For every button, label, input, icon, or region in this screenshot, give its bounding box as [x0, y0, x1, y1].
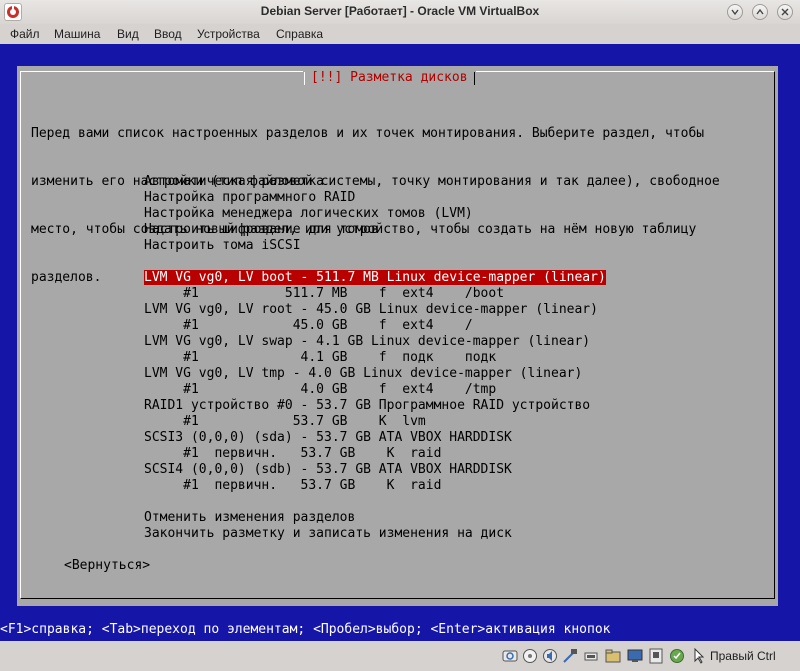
video-capture-icon[interactable]: [648, 648, 664, 664]
menu-file[interactable]: Файл: [10, 27, 40, 41]
partition-item[interactable]: SCSI4 (0,0,0) (sdb) - 53.7 GB ATA VBOX H…: [144, 462, 606, 478]
window-titlebar[interactable]: Debian Server [Работает] - Oracle VM Vir…: [0, 0, 800, 25]
menu-machine[interactable]: Машина: [54, 27, 100, 41]
audio-icon[interactable]: [542, 648, 558, 664]
hdd-icon[interactable]: [502, 648, 518, 664]
partition-item-label: #1 511.7 MB f ext4 /boot: [144, 286, 505, 301]
partition-item[interactable]: SCSI3 (0,0,0) (sda) - 53.7 GB ATA VBOX H…: [144, 430, 606, 446]
partition-item-label: Закончить разметку и записать изменения …: [144, 526, 512, 541]
partition-item[interactable]: #1 первичн. 53.7 GB K raid: [144, 478, 606, 494]
partition-item[interactable]: Настройка менеджера логических томов (LV…: [144, 206, 606, 222]
partition-item[interactable]: LVM VG vg0, LV tmp - 4.0 GB Linux device…: [144, 366, 606, 382]
partition-item-label: #1 4.0 GB f ext4 /tmp: [144, 382, 497, 397]
partition-item-label: Настройка менеджера логических томов (LV…: [144, 206, 473, 221]
statusbar: Правый Ctrl: [0, 641, 800, 671]
partition-item-label: Настройка программного RAID: [144, 190, 356, 205]
partition-item-label: #1 первичн. 53.7 GB K raid: [144, 446, 442, 461]
partition-item[interactable]: LVM VG vg0, LV swap - 4.1 GB Linux devic…: [144, 334, 606, 350]
partition-item[interactable]: Настроить шифрование для томов: [144, 222, 606, 238]
partition-item[interactable]: #1 53.7 GB K lvm: [144, 414, 606, 430]
partition-item-label: SCSI3 (0,0,0) (sda) - 53.7 GB ATA VBOX H…: [144, 430, 512, 445]
partition-item[interactable]: #1 4.0 GB f ext4 /tmp: [144, 382, 606, 398]
partition-item-label: LVM VG vg0, LV tmp - 4.0 GB Linux device…: [144, 366, 583, 381]
mouse-integration-icon[interactable]: [690, 647, 706, 664]
partition-item[interactable]: #1 4.1 GB f подк подк: [144, 350, 606, 366]
usb-icon[interactable]: [583, 648, 599, 664]
partition-item[interactable]: RAID1 устройство #0 - 53.7 GB Программно…: [144, 398, 606, 414]
partition-item-label: Отменить изменения разделов: [144, 510, 356, 525]
optical-disc-icon[interactable]: [522, 648, 538, 664]
vm-display[interactable]: [!!] Разметка дисков Перед вами список н…: [0, 44, 800, 641]
back-button[interactable]: <Вернуться>: [64, 558, 150, 574]
partition-item[interactable]: Настройка программного RAID: [144, 190, 606, 206]
window-maximize-button[interactable]: [752, 4, 768, 20]
partition-item-label: LVM VG vg0, LV root - 45.0 GB Linux devi…: [144, 302, 598, 317]
dialog-title: [!!] Разметка дисков: [303, 70, 476, 86]
partition-item-selected[interactable]: LVM VG vg0, LV boot - 511.7 MB Linux dev…: [144, 270, 606, 286]
window-minimize-button[interactable]: [727, 4, 743, 20]
network-icon[interactable]: [562, 648, 578, 664]
partition-item-label: Настроить тома iSCSI: [144, 238, 301, 253]
partition-item[interactable]: Отменить изменения разделов: [144, 510, 606, 526]
partition-item-label: Настроить шифрование для томов: [144, 222, 379, 237]
partition-item-label: LVM VG vg0, LV swap - 4.1 GB Linux devic…: [144, 334, 591, 349]
menu-help[interactable]: Справка: [276, 27, 323, 41]
partition-item-label: Автоматическая разметка: [144, 174, 325, 189]
partition-item-label: SCSI4 (0,0,0) (sdb) - 53.7 GB ATA VBOX H…: [144, 462, 512, 477]
menu-devices[interactable]: Устройства: [197, 27, 260, 41]
display-icon[interactable]: [627, 648, 643, 664]
cpu-icon[interactable]: [669, 648, 685, 664]
window-title: Debian Server [Работает] - Oracle VM Vir…: [260, 4, 540, 18]
description-line: Перед вами список настроенных разделов и…: [31, 126, 705, 141]
partition-item-label: RAID1 устройство #0 - 53.7 GB Программно…: [144, 398, 591, 413]
partition-list: Автоматическая разметка Настройка програм…: [144, 174, 606, 542]
partition-item[interactable]: LVM VG vg0, LV root - 45.0 GB Linux devi…: [144, 302, 606, 318]
partition-item[interactable]: Автоматическая разметка: [144, 174, 606, 190]
installer-help-line: <F1>справка; <Tab>переход по элементам; …: [0, 622, 800, 638]
partition-item: [144, 494, 606, 510]
partition-item-label: #1 первичн. 53.7 GB K raid: [144, 478, 442, 493]
menu-input[interactable]: Ввод: [154, 27, 182, 41]
partition-item[interactable]: Настроить тома iSCSI: [144, 238, 606, 254]
partition-item[interactable]: #1 511.7 MB f ext4 /boot: [144, 286, 606, 302]
host-key-label[interactable]: Правый Ctrl: [710, 649, 776, 663]
menubar: Файл Машина Вид Ввод Устройства Справка: [0, 24, 800, 44]
partition-item[interactable]: #1 первичн. 53.7 GB K raid: [144, 446, 606, 462]
partition-item[interactable]: Закончить разметку и записать изменения …: [144, 526, 606, 542]
menu-view[interactable]: Вид: [117, 27, 139, 41]
shared-folders-icon[interactable]: [605, 648, 621, 664]
partition-item-label: #1 53.7 GB K lvm: [144, 414, 426, 429]
partition-item-label: #1 45.0 GB f ext4 /: [144, 318, 473, 333]
partition-item[interactable]: #1 45.0 GB f ext4 /: [144, 318, 606, 334]
window-close-button[interactable]: [777, 4, 793, 20]
partition-dialog: [!!] Разметка дисков Перед вами список н…: [17, 66, 778, 606]
partition-item: [144, 254, 606, 270]
partition-item-label: #1 4.1 GB f подк подк: [144, 350, 497, 365]
partition-item-label: LVM VG vg0, LV boot - 511.7 MB Linux dev…: [144, 270, 606, 285]
